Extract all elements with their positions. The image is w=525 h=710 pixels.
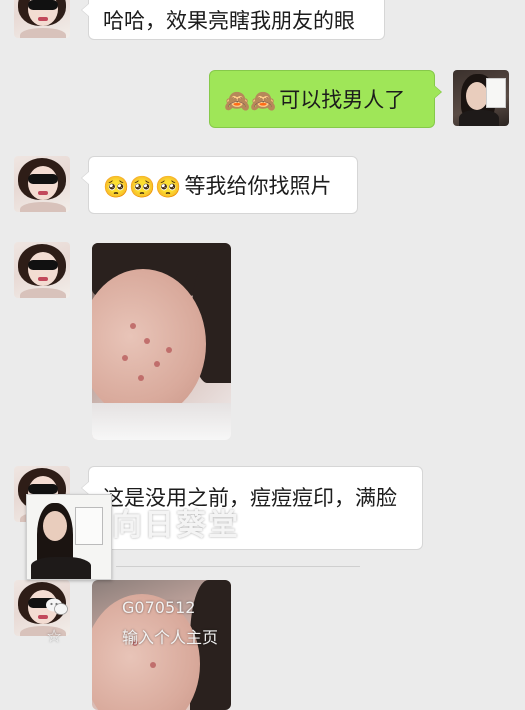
watermark-divider <box>116 566 360 567</box>
watermark-hint: 输入个人主页 <box>122 628 219 647</box>
my-avatar[interactable] <box>453 70 509 126</box>
message-text-1: 哈哈，效果亮瞎我朋友的眼 <box>103 9 355 33</box>
friend-avatar[interactable] <box>14 242 70 298</box>
message-bubble-2[interactable]: 🙈🙈 可以找男人了 <box>209 70 442 128</box>
message-text-3: 等我给你找照片 <box>184 174 332 198</box>
friend-avatar[interactable] <box>14 0 70 38</box>
watermark-photo <box>26 494 112 580</box>
message-text-2: 可以找男人了 <box>279 88 406 112</box>
pleading-face-emoji-icon: 🥺🥺🥺 <box>103 175 182 199</box>
friend-avatar[interactable] <box>14 156 70 212</box>
watermark-title: 向日葵堂 <box>112 508 240 543</box>
wechat-icon <box>46 598 68 616</box>
message-bubble-1[interactable]: 哈哈，效果亮瞎我朋友的眼 <box>81 0 385 40</box>
star-icon: ☆ <box>46 626 63 647</box>
watermark-id: G070512 <box>122 598 196 617</box>
acne-photo-before[interactable] <box>92 243 231 440</box>
monkey-emoji-icon: 🙈🙈 <box>224 89 277 113</box>
message-bubble-3[interactable]: 🥺🥺🥺 等我给你找照片 <box>81 156 358 214</box>
